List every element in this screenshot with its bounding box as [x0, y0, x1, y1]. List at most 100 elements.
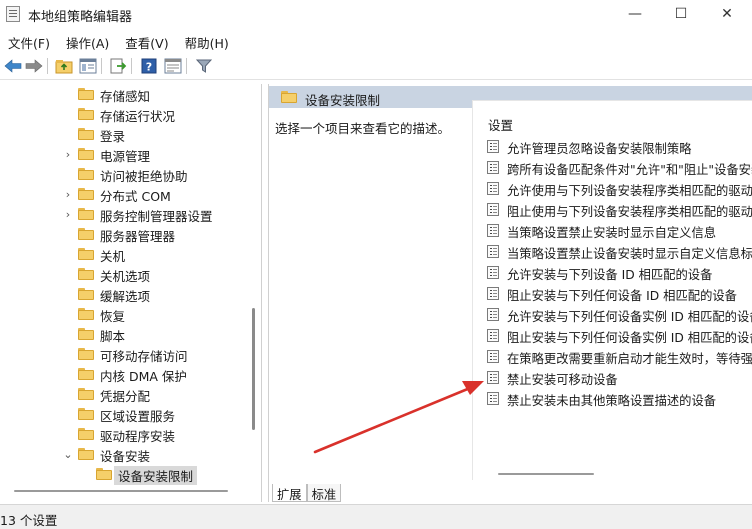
- forward-arrow-icon[interactable]: [24, 56, 44, 76]
- folder-icon: [78, 408, 94, 420]
- tree-item[interactable]: › 电源管理: [0, 144, 261, 165]
- tree-item-label: 存储运行状况: [100, 109, 176, 124]
- policy-row[interactable]: 当策略设置禁止安装时显示自定义信息: [487, 220, 752, 241]
- policy-setting-icon: [487, 329, 499, 342]
- details-header-title: 设备安装限制: [305, 93, 381, 108]
- policy-setting-icon: [487, 392, 499, 405]
- policy-row[interactable]: 阻止安装与下列任何设备 ID 相匹配的设备: [487, 283, 752, 304]
- policy-label: 禁止安装未由其他策略设置描述的设备: [507, 394, 717, 408]
- tree-item-label: 脚本: [100, 329, 126, 344]
- policy-row[interactable]: 允许管理员忽略设备安装限制策略: [487, 136, 752, 157]
- tree-item[interactable]: 区域设置服务: [0, 404, 261, 424]
- tree-item-label: 关机: [100, 249, 126, 264]
- policy-row[interactable]: 当策略设置禁止设备安装时显示自定义信息标题: [487, 241, 752, 262]
- tree-item-label: 设备安装限制: [114, 466, 198, 485]
- menu-action[interactable]: 操作(A): [58, 29, 117, 51]
- tree-item-label: 恢复: [100, 309, 126, 324]
- back-arrow-icon[interactable]: [3, 56, 23, 76]
- tree-item[interactable]: 存储感知: [0, 84, 261, 104]
- folder-icon: [78, 148, 94, 160]
- tree-item[interactable]: 脚本: [0, 324, 261, 344]
- tree-item[interactable]: 关机: [0, 244, 261, 264]
- policy-row[interactable]: 跨所有设备匹配条件对"允许"和"阻止"设备安装: [487, 157, 752, 178]
- policy-row[interactable]: 禁止安装未由其他策略设置描述的设备: [487, 388, 752, 409]
- toolbar-separator: [47, 58, 48, 74]
- tree-item[interactable]: 驱动程序安装: [0, 424, 261, 444]
- tree-horizontal-scrollbar[interactable]: [14, 490, 228, 492]
- tree-item-label: 设备安装: [100, 449, 151, 464]
- menu-file[interactable]: 文件(F): [0, 29, 58, 51]
- tree-item[interactable]: 登录: [0, 124, 261, 144]
- filter-icon[interactable]: [194, 56, 214, 76]
- chevron-down-icon[interactable]: ⌄: [62, 444, 74, 464]
- tree-item[interactable]: ⌄ 设备安装: [0, 444, 261, 465]
- menu-view[interactable]: 查看(V): [117, 29, 176, 51]
- tree-item[interactable]: 关机选项: [0, 264, 261, 284]
- policy-setting-icon: [487, 203, 499, 216]
- folder-icon: [78, 328, 94, 340]
- tree-item[interactable]: 内核 DMA 保护: [0, 364, 261, 384]
- policy-row[interactable]: 阻止安装与下列任何设备实例 ID 相匹配的设备: [487, 325, 752, 346]
- chevron-right-icon[interactable]: ›: [62, 184, 74, 204]
- folder-icon: [78, 128, 94, 140]
- minimize-button[interactable]: —: [612, 0, 658, 28]
- policy-row[interactable]: 阻止使用与下列设备安装程序类相匹配的驱动程: [487, 199, 752, 220]
- help-icon[interactable]: ?: [139, 56, 159, 76]
- folder-icon: [78, 368, 94, 380]
- folder-icon: [78, 188, 94, 200]
- tree-item[interactable]: 访问被拒绝协助: [0, 164, 261, 184]
- policy-setting-icon: [487, 371, 499, 384]
- toolbar: ?: [0, 54, 752, 80]
- menu-help[interactable]: 帮助(H): [177, 29, 237, 51]
- policy-row[interactable]: 允许使用与下列设备安装程序类相匹配的驱动程: [487, 178, 752, 199]
- up-folder-icon[interactable]: [54, 56, 74, 76]
- show-hide-tree-icon[interactable]: [78, 56, 98, 76]
- policy-label: 允许使用与下列设备安装程序类相匹配的驱动程: [507, 184, 752, 198]
- tab-standard[interactable]: 标准: [306, 484, 342, 502]
- tree-item-device-install-restrictions[interactable]: 设备安装限制: [0, 464, 261, 485]
- tree-item[interactable]: 服务器管理器: [0, 224, 261, 244]
- policy-label: 阻止使用与下列设备安装程序类相匹配的驱动程: [507, 205, 752, 219]
- description-text: 选择一个项目来查看它的描述。: [275, 121, 451, 136]
- tree-item[interactable]: › 分布式 COM: [0, 184, 261, 205]
- policy-label: 阻止安装与下列任何设备实例 ID 相匹配的设备: [507, 331, 752, 345]
- maximize-button[interactable]: ☐: [658, 0, 704, 28]
- policy-row[interactable]: 在策略更改需要重新启动才能生效时，等待强制: [487, 346, 752, 367]
- status-bar: 13 个设置: [0, 504, 752, 529]
- tree-pane[interactable]: 设备安装限制 ⌄ 设备安装 驱动程序安装 区域设置服务 凭据分配 内核 DMA 保护 可移动存…: [0, 84, 262, 502]
- tree-item[interactable]: 凭据分配: [0, 384, 261, 404]
- tree-item[interactable]: 恢复: [0, 304, 261, 324]
- properties-icon[interactable]: [163, 56, 183, 76]
- policy-label: 禁止安装可移动设备: [507, 373, 618, 387]
- tree-item[interactable]: 缓解选项: [0, 284, 261, 304]
- policy-label: 允许管理员忽略设备安装限制策略: [507, 142, 692, 156]
- details-pane: 设备安装限制 选择一个项目来查看它的描述。 设置 允许管理员忽略设备安装限制策略…: [268, 84, 752, 502]
- close-button[interactable]: ✕: [704, 0, 750, 28]
- chevron-right-icon[interactable]: ›: [62, 204, 74, 224]
- tree-item-label: 电源管理: [100, 149, 151, 164]
- policy-label: 在策略更改需要重新启动才能生效时，等待强制: [507, 352, 752, 366]
- folder-icon: [78, 428, 94, 440]
- status-text: 13 个设置: [0, 513, 58, 528]
- export-list-icon[interactable]: [108, 56, 128, 76]
- tree-item-label: 缓解选项: [100, 289, 151, 304]
- folder-icon: [78, 208, 94, 220]
- policy-row[interactable]: 禁止安装可移动设备: [487, 367, 752, 388]
- folder-icon: [78, 248, 94, 260]
- tree-item[interactable]: 存储运行状况: [0, 104, 261, 124]
- settings-horizontal-scrollbar[interactable]: [498, 473, 594, 475]
- policy-row[interactable]: 允许安装与下列任何设备实例 ID 相匹配的设备: [487, 304, 752, 325]
- settings-column-header[interactable]: 设置: [488, 115, 513, 134]
- tree-item[interactable]: 可移动存储访问: [0, 344, 261, 364]
- chevron-right-icon[interactable]: ›: [62, 144, 74, 164]
- folder-icon: [78, 268, 94, 280]
- tree-item[interactable]: › 服务控制管理器设置: [0, 204, 261, 225]
- policy-row[interactable]: 允许安装与下列设备 ID 相匹配的设备: [487, 262, 752, 283]
- tree-vertical-scrollbar[interactable]: [252, 308, 255, 430]
- settings-list: 设置 允许管理员忽略设备安装限制策略 跨所有设备匹配条件对"允许"和"阻止"设备安…: [472, 100, 752, 480]
- tree-item-label: 驱动程序安装: [100, 429, 176, 444]
- folder-icon: [78, 388, 94, 400]
- tab-extended[interactable]: 扩展: [272, 484, 307, 502]
- policy-setting-icon: [487, 224, 499, 237]
- window-title: 本地组策略编辑器: [28, 10, 133, 25]
